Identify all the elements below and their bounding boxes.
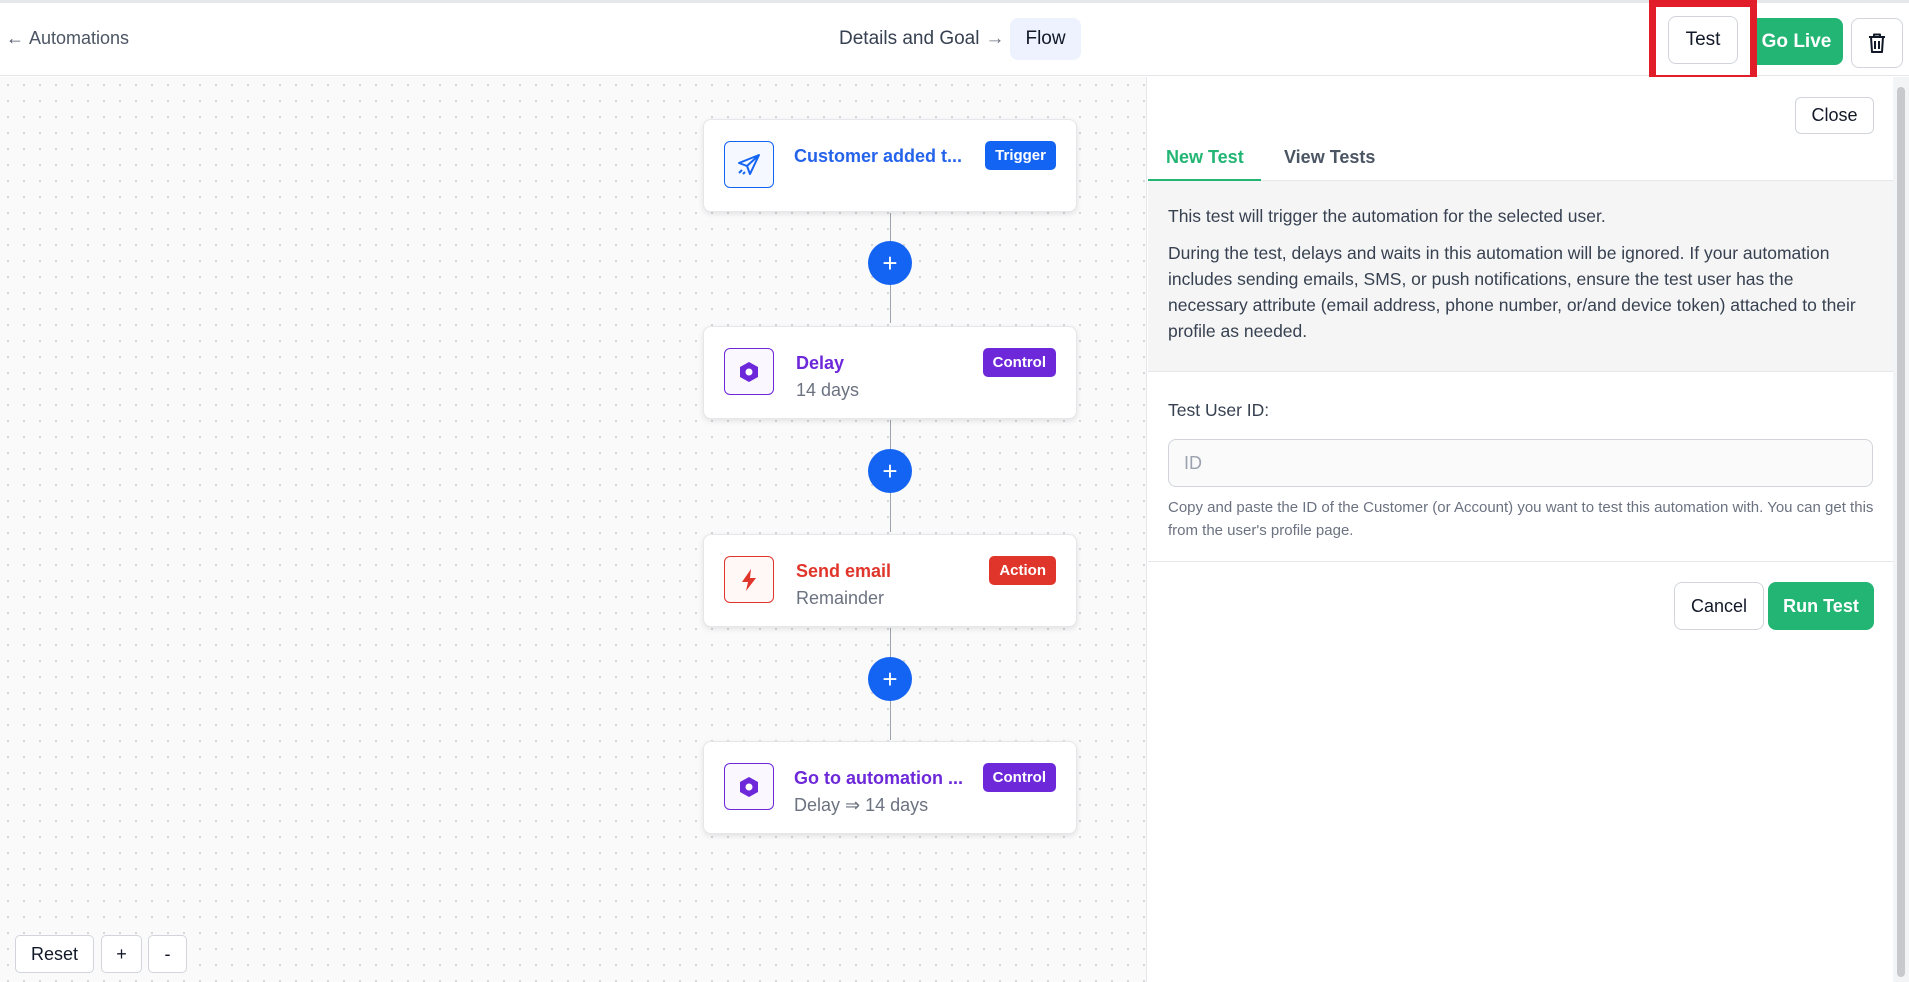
close-button[interactable]: Close (1795, 97, 1874, 134)
back-to-automations-link[interactable]: ← Automations (6, 28, 129, 49)
test-user-id-label: Test User ID: (1168, 400, 1270, 420)
scrollbar-thumb[interactable] (1897, 87, 1905, 977)
zoom-out-button[interactable]: - (148, 935, 187, 973)
test-user-id-input[interactable] (1168, 439, 1873, 487)
tab-view-tests[interactable]: View Tests (1284, 147, 1375, 168)
top-bar: ← Automations Details and Goal → Flow Tes… (0, 3, 1909, 76)
add-step-button[interactable]: + (868, 449, 912, 493)
info-text: During the test, delays and waits in thi… (1168, 243, 1856, 341)
arrow-left-icon: ← (6, 28, 24, 48)
node-title: Delay (796, 353, 845, 373)
flow-canvas[interactable] (0, 77, 1147, 982)
delete-button[interactable] (1851, 18, 1903, 68)
hexagon-icon (724, 348, 774, 395)
test-panel: Close New Test View Tests This test will… (1148, 77, 1893, 982)
node-badge: Trigger (985, 141, 1056, 170)
breadcrumb: Details and Goal → Flow (839, 18, 1081, 60)
zoom-in-button[interactable]: + (101, 935, 142, 973)
cancel-button[interactable]: Cancel (1674, 582, 1764, 630)
node-subtitle: Remainder (796, 588, 885, 608)
info-text: This test will trigger the automation fo… (1168, 206, 1606, 226)
tab-new-test[interactable]: New Test (1166, 147, 1244, 168)
flow-node-send-email[interactable]: Send email Remainder Action (703, 534, 1077, 627)
reset-zoom-button[interactable]: Reset (15, 935, 94, 973)
hexagon-icon (724, 763, 774, 810)
node-badge: Control (982, 763, 1056, 792)
node-title: Customer added t... (794, 146, 963, 166)
node-subtitle: 14 days (796, 380, 860, 400)
trash-icon (1869, 33, 1885, 53)
test-tabs: New Test View Tests (1148, 139, 1893, 181)
add-step-button[interactable]: + (868, 657, 912, 701)
add-step-button[interactable]: + (868, 241, 912, 285)
flow-node-trigger[interactable]: Customer added t... Trigger (703, 119, 1077, 212)
node-title: Send email (796, 561, 892, 581)
run-test-button[interactable]: Run Test (1768, 582, 1874, 630)
node-badge: Action (989, 556, 1056, 585)
node-title: Go to automation ... (794, 768, 963, 788)
paper-plane-icon (724, 141, 774, 188)
node-subtitle: Delay ⇒ 14 days (794, 795, 929, 815)
lightning-icon (724, 556, 774, 603)
arrow-right-icon: → (985, 28, 1005, 49)
crumb-details-and-goal[interactable]: Details and Goal (839, 28, 979, 50)
flow-node-delay[interactable]: Delay 14 days Control (703, 326, 1077, 419)
test-info-box: This test will trigger the automation fo… (1148, 181, 1893, 372)
panel-scrollbar[interactable] (1893, 77, 1909, 982)
test-button[interactable]: Test (1668, 16, 1738, 64)
node-badge: Control (982, 348, 1056, 377)
back-label: Automations (29, 28, 130, 48)
divider (1148, 561, 1893, 562)
help-text: Copy and paste the ID of the Customer (o… (1168, 499, 1874, 539)
flow-node-go-to-automation[interactable]: Go to automation ... Delay ⇒ 14 days Con… (703, 741, 1077, 834)
crumb-flow[interactable]: Flow (1010, 18, 1081, 60)
go-live-button[interactable]: Go Live (1750, 18, 1843, 65)
